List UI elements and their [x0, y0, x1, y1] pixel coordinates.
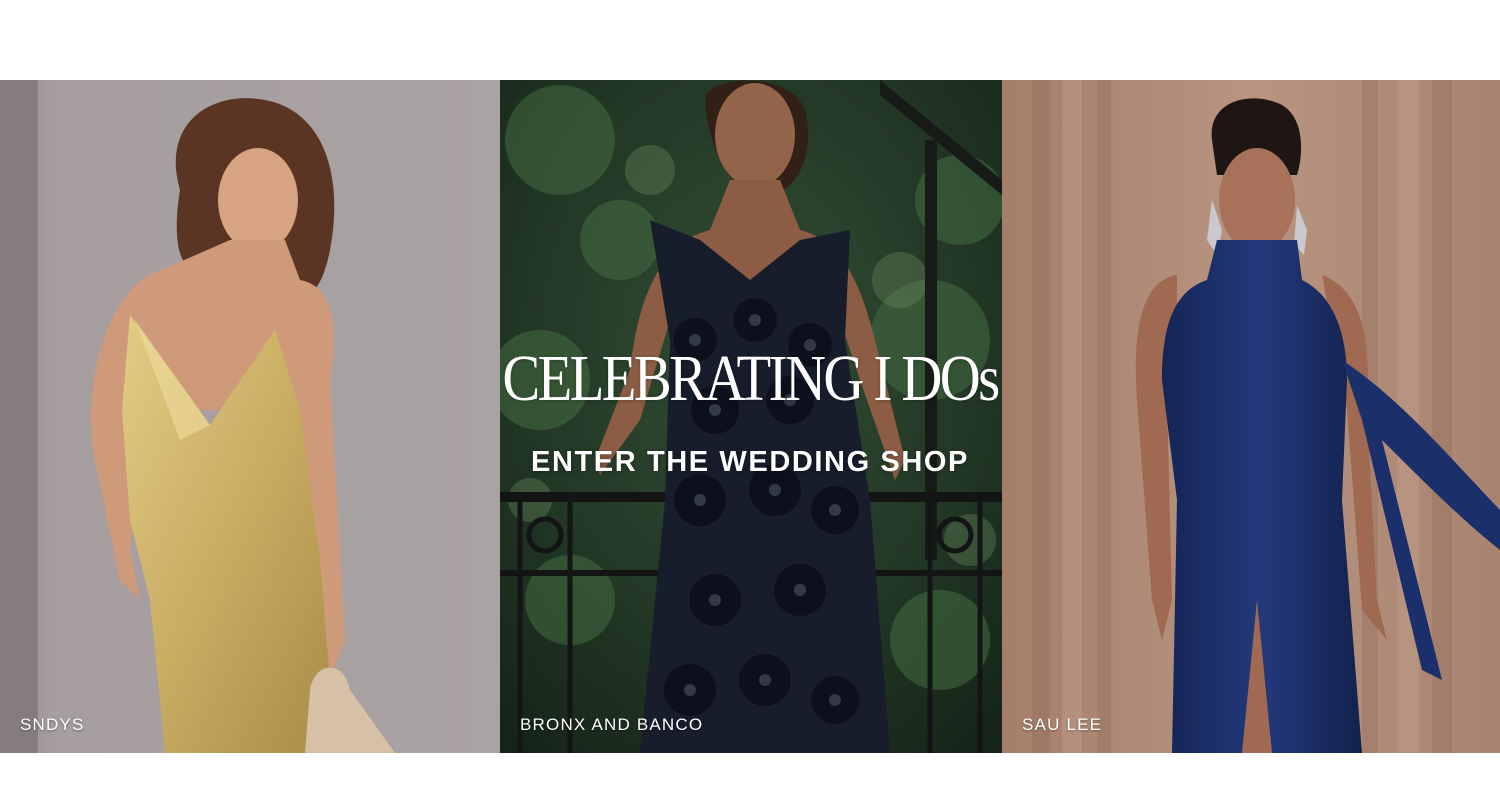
- wedding-shop-hero-banner[interactable]: SNDYS BRONX AND BANCO SAU LEE CELEBRATIN…: [0, 80, 1500, 753]
- hero-panel-bronx-and-banco[interactable]: BRONX AND BANCO: [500, 80, 1002, 753]
- model-navy-halter-dress-image: [1002, 80, 1500, 753]
- bottom-whitespace: [0, 753, 1500, 810]
- top-whitespace: [0, 0, 1500, 80]
- brand-label-bronx-and-banco[interactable]: BRONX AND BANCO: [520, 715, 703, 735]
- model-black-floral-dress-image: [500, 80, 1002, 753]
- hero-panel-sndys[interactable]: SNDYS: [0, 80, 500, 753]
- brand-label-sau-lee[interactable]: SAU LEE: [1022, 715, 1102, 735]
- enter-wedding-shop-link[interactable]: ENTER THE WEDDING SHOP: [0, 446, 1500, 479]
- brand-label-sndys[interactable]: SNDYS: [20, 715, 85, 735]
- model-gold-slip-dress-image: [0, 80, 500, 753]
- hero-panel-sau-lee[interactable]: SAU LEE: [1002, 80, 1500, 753]
